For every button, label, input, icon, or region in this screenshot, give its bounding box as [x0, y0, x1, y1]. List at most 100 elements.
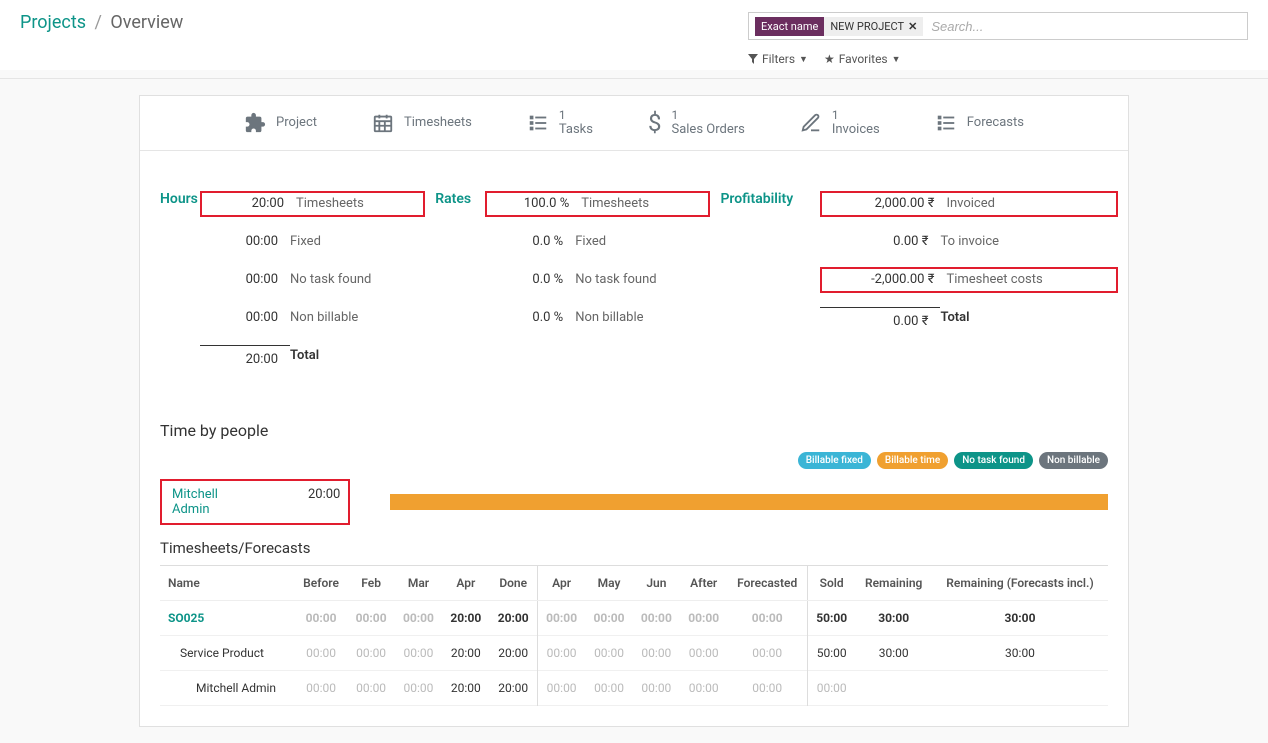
- search-filter-tag: Exact name NEW PROJECT ✕: [755, 17, 923, 36]
- table-header: Jun: [633, 565, 680, 600]
- remove-filter-icon[interactable]: ✕: [908, 20, 917, 33]
- list-icon: [935, 112, 957, 134]
- table-cell: 50:00: [807, 600, 855, 635]
- person-bar: [390, 494, 1108, 510]
- table-header: Forecasted: [727, 565, 807, 600]
- table-cell: [932, 670, 1108, 705]
- table-header: Remaining (Forecasts incl.): [932, 565, 1108, 600]
- timesheets-forecasts-title: Timesheets/Forecasts: [140, 525, 1128, 565]
- table-header: Apr: [537, 565, 585, 600]
- table-cell: 00:00: [395, 635, 442, 670]
- table-cell: 00:00: [537, 600, 585, 635]
- table-header: May: [585, 565, 632, 600]
- breadcrumb-current: Overview: [110, 12, 183, 33]
- table-cell: 00:00: [295, 600, 348, 635]
- table-cell: 00:00: [585, 600, 632, 635]
- time-by-people-title: Time by people: [140, 401, 1128, 452]
- table-cell: 00:00: [680, 600, 727, 635]
- search-box[interactable]: Exact name NEW PROJECT ✕: [748, 12, 1248, 40]
- table-header: Mar: [395, 565, 442, 600]
- calendar-icon: [372, 112, 394, 134]
- badge-billable-fixed: Billable fixed: [798, 452, 871, 469]
- edit-icon: [800, 112, 822, 134]
- table-cell: 00:00: [537, 670, 585, 705]
- search-input[interactable]: [931, 19, 1241, 34]
- table-header: Before: [295, 565, 348, 600]
- nav-forecasts[interactable]: Forecasts: [935, 108, 1024, 138]
- table-cell: 50:00: [807, 635, 855, 670]
- table-cell: 20:00: [490, 600, 538, 635]
- table-cell: 00:00: [727, 670, 807, 705]
- filters-button[interactable]: Filters ▼: [748, 52, 808, 66]
- table-cell: 00:00: [537, 635, 585, 670]
- star-icon: ★: [824, 52, 835, 66]
- puzzle-icon: [244, 112, 266, 134]
- row-name: Mitchell Admin: [160, 670, 295, 705]
- table-cell: 00:00: [395, 600, 442, 635]
- hours-section: Hours 20:00Timesheets 00:00Fixed 00:00No…: [150, 191, 425, 381]
- nav-sales-orders[interactable]: $ 1Sales Orders: [648, 108, 745, 138]
- table-cell: 30:00: [932, 635, 1108, 670]
- nav-invoices[interactable]: 1Invoices: [800, 108, 880, 138]
- table-cell: [855, 670, 932, 705]
- table-cell: 30:00: [932, 600, 1108, 635]
- table-row: Service Product00:0000:0000:0020:0020:00…: [160, 635, 1108, 670]
- filter-icon: [748, 54, 758, 64]
- table-cell: 00:00: [585, 670, 632, 705]
- table-cell: 00:00: [347, 635, 394, 670]
- profit-invoiced-row: 2,000.00 ₹Invoiced: [820, 191, 1118, 217]
- table-cell: 00:00: [633, 670, 680, 705]
- table-cell: 00:00: [295, 635, 348, 670]
- table-cell: 00:00: [680, 670, 727, 705]
- list-icon: [527, 112, 549, 134]
- person-hours: 20:00: [308, 487, 340, 517]
- breadcrumb: Projects / Overview: [20, 12, 183, 33]
- table-header: Remaining: [855, 565, 932, 600]
- table-cell: 00:00: [807, 670, 855, 705]
- caret-down-icon: ▼: [892, 54, 901, 65]
- rates-title: Rates: [435, 191, 485, 331]
- table-header: After: [680, 565, 727, 600]
- hours-title: Hours: [150, 191, 200, 369]
- table-header: Name: [160, 565, 295, 600]
- table-header: Feb: [347, 565, 394, 600]
- timesheets-table: NameBeforeFebMarAprDoneAprMayJunAfterFor…: [160, 565, 1108, 706]
- table-cell: 00:00: [585, 635, 632, 670]
- nav-timesheets[interactable]: Timesheets: [372, 108, 472, 138]
- person-link[interactable]: Mitchell Admin: [172, 487, 218, 517]
- table-cell: 00:00: [633, 635, 680, 670]
- person-row: Mitchell Admin 20:00: [160, 479, 350, 525]
- table-cell: 20:00: [442, 670, 489, 705]
- caret-down-icon: ▼: [799, 54, 808, 65]
- table-cell: 00:00: [633, 600, 680, 635]
- table-cell: 00:00: [727, 600, 807, 635]
- table-cell: 30:00: [855, 600, 932, 635]
- hours-timesheets-row: 20:00Timesheets: [200, 191, 425, 217]
- nav-project[interactable]: Project: [244, 108, 317, 138]
- profitability-title: Profitability: [720, 191, 820, 331]
- table-cell: 00:00: [395, 670, 442, 705]
- rates-timesheets-row: 100.0 %Timesheets: [485, 191, 710, 217]
- table-row: SO02500:0000:0000:0020:0020:0000:0000:00…: [160, 600, 1108, 635]
- dollar-icon: $: [648, 109, 662, 137]
- table-cell: 30:00: [855, 635, 932, 670]
- badge-non-billable: Non billable: [1039, 452, 1108, 469]
- table-cell: 00:00: [680, 635, 727, 670]
- row-name: Service Product: [160, 635, 295, 670]
- badge-no-task: No task found: [954, 452, 1033, 469]
- table-cell: 00:00: [727, 635, 807, 670]
- profit-costs-row: -2,000.00 ₹Timesheet costs: [820, 267, 1118, 293]
- table-cell: 00:00: [295, 670, 348, 705]
- table-header: Done: [490, 565, 538, 600]
- table-cell: 20:00: [490, 635, 538, 670]
- table-cell: 20:00: [442, 635, 489, 670]
- table-header: Apr: [442, 565, 489, 600]
- row-link[interactable]: SO025: [160, 600, 295, 635]
- nav-tasks[interactable]: 1Tasks: [527, 108, 593, 138]
- table-cell: 00:00: [347, 670, 394, 705]
- favorites-button[interactable]: ★ Favorites ▼: [824, 52, 901, 66]
- table-header: Sold: [807, 565, 855, 600]
- breadcrumb-projects[interactable]: Projects: [20, 12, 86, 33]
- badge-billable-time: Billable time: [877, 452, 948, 469]
- table-cell: 00:00: [347, 600, 394, 635]
